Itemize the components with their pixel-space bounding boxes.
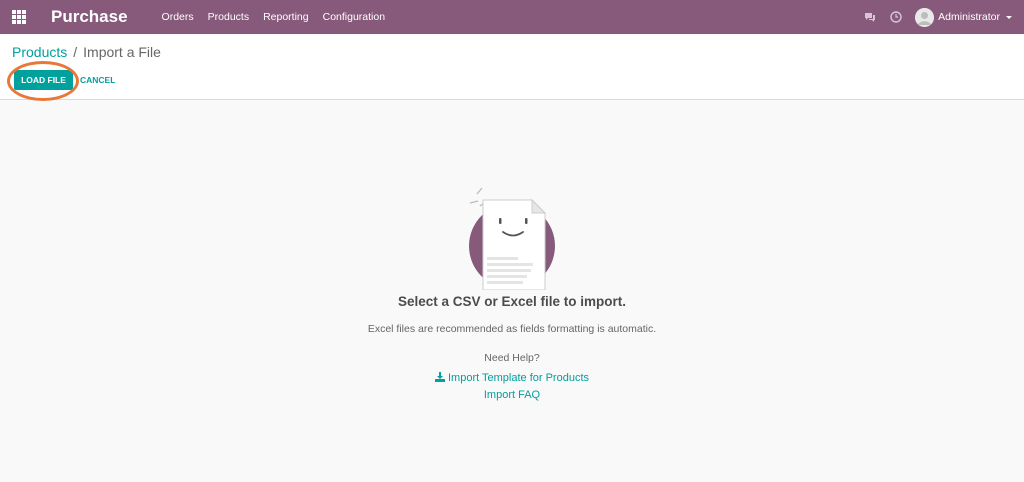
menu-item-products[interactable]: Products xyxy=(208,11,249,23)
breadcrumb-separator: / xyxy=(73,44,78,60)
import-template-link[interactable]: Import Template for Products xyxy=(0,372,1024,385)
help-label: Need Help? xyxy=(484,352,540,364)
apps-grid-icon[interactable] xyxy=(12,10,26,24)
breadcrumb-products-link[interactable]: Products xyxy=(12,44,67,60)
cancel-button[interactable]: CANCEL xyxy=(80,72,115,88)
import-subtitle: Excel files are recommended as fields fo… xyxy=(367,323,657,335)
main-menu: Orders Products Reporting Configuration xyxy=(162,11,400,23)
clock-icon[interactable] xyxy=(889,10,903,24)
import-faq-link[interactable]: Import FAQ xyxy=(0,389,1024,401)
file-illustration xyxy=(465,186,561,291)
top-navbar: Purchase Orders Products Reporting Confi… xyxy=(0,0,1024,34)
chat-icon[interactable] xyxy=(863,10,877,24)
user-menu[interactable]: Administrator xyxy=(915,7,1012,27)
app-title: Purchase xyxy=(51,7,128,26)
download-icon xyxy=(434,372,445,385)
breadcrumb: Products / Import a File xyxy=(12,44,161,60)
menu-item-orders[interactable]: Orders xyxy=(162,11,194,23)
menu-item-configuration[interactable]: Configuration xyxy=(323,11,385,23)
breadcrumb-current: Import a File xyxy=(83,44,161,60)
import-title: Select a CSV or Excel file to import. xyxy=(397,294,627,309)
load-file-button[interactable]: LOAD FILE xyxy=(14,70,73,90)
user-name: Administrator xyxy=(938,11,1000,23)
menu-item-reporting[interactable]: Reporting xyxy=(263,11,309,23)
import-template-link-label: Import Template for Products xyxy=(447,372,590,384)
avatar-icon xyxy=(915,7,935,27)
control-panel: Products / Import a File LOAD FILE CANCE… xyxy=(0,34,1024,101)
caret-down-icon xyxy=(1006,15,1012,19)
navbar-right: Administrator xyxy=(863,0,1024,34)
